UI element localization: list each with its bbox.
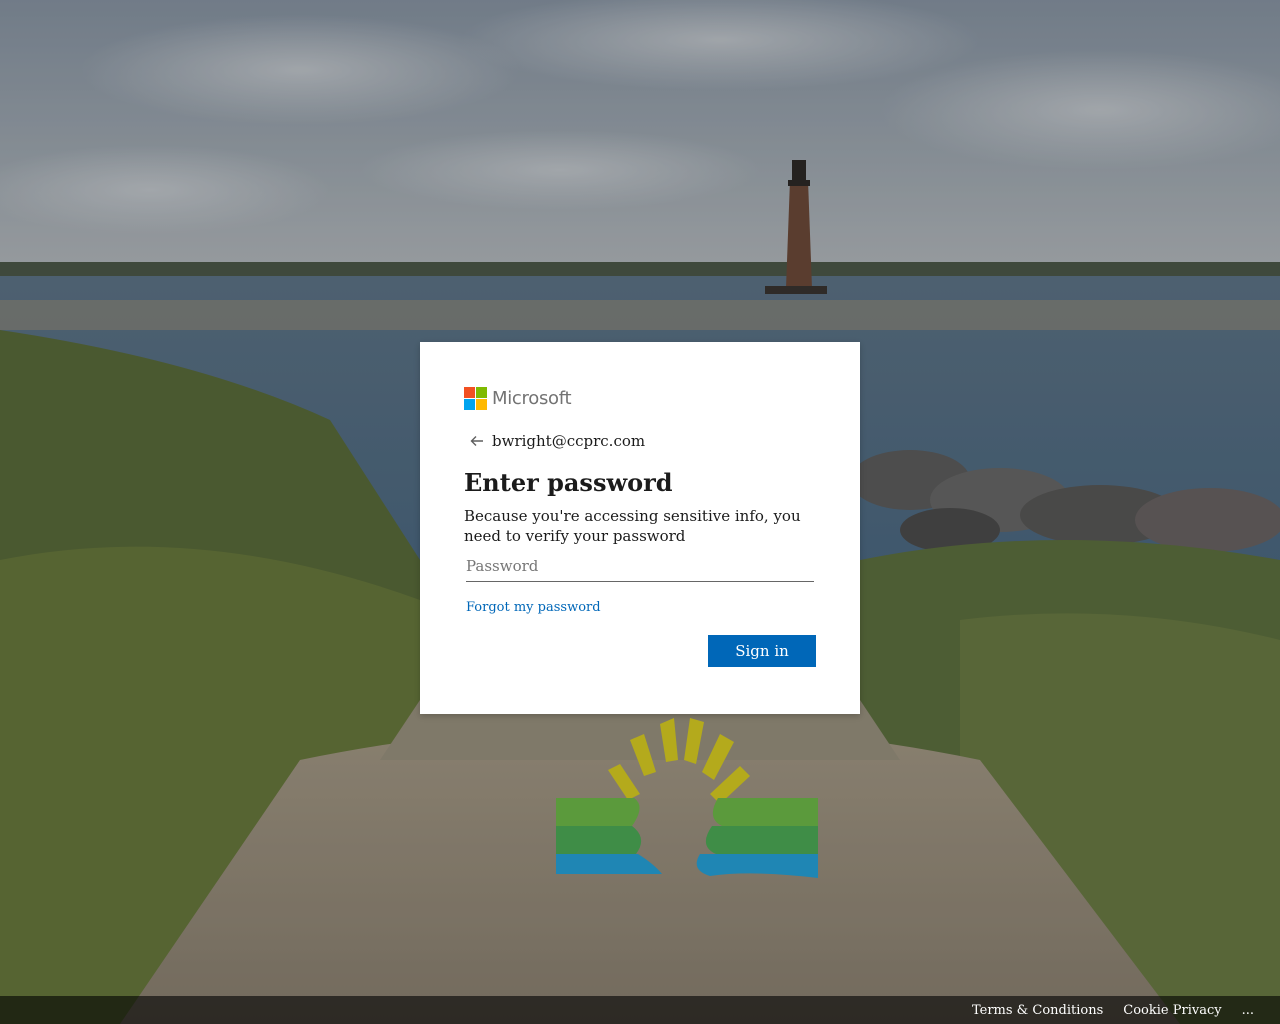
terms-link[interactable]: Terms & Conditions	[972, 1003, 1103, 1018]
footer: Terms & Conditions Cookie Privacy ...	[0, 996, 1280, 1024]
back-button[interactable]	[466, 430, 488, 452]
page-title: Enter password	[464, 468, 673, 497]
microsoft-logo: Microsoft	[464, 386, 816, 410]
signin-card: Microsoft bwright@ccprc.com Enter passwo…	[420, 342, 860, 714]
microsoft-wordmark: Microsoft	[492, 387, 572, 409]
form-actions: Sign in	[464, 635, 816, 667]
identity-banner: bwright@ccprc.com	[464, 428, 816, 454]
organization-logo	[550, 714, 822, 882]
arrow-left-icon	[470, 436, 483, 446]
cookie-privacy-link[interactable]: Cookie Privacy	[1123, 1003, 1221, 1018]
logo-square-blue	[464, 398, 475, 410]
logo-square-green	[476, 386, 487, 398]
sign-in-button[interactable]: Sign in	[708, 635, 816, 667]
more-options-link[interactable]: ...	[1242, 1003, 1254, 1018]
microsoft-logo-icon	[464, 386, 487, 410]
forgot-password-link[interactable]: Forgot my password	[466, 600, 601, 615]
description-text: Because you're accessing sensitive info,…	[464, 507, 801, 545]
logo-square-red	[464, 386, 475, 398]
logo-square-yellow	[476, 398, 487, 410]
account-email: bwright@ccprc.com	[492, 432, 646, 450]
password-input[interactable]	[466, 554, 814, 582]
